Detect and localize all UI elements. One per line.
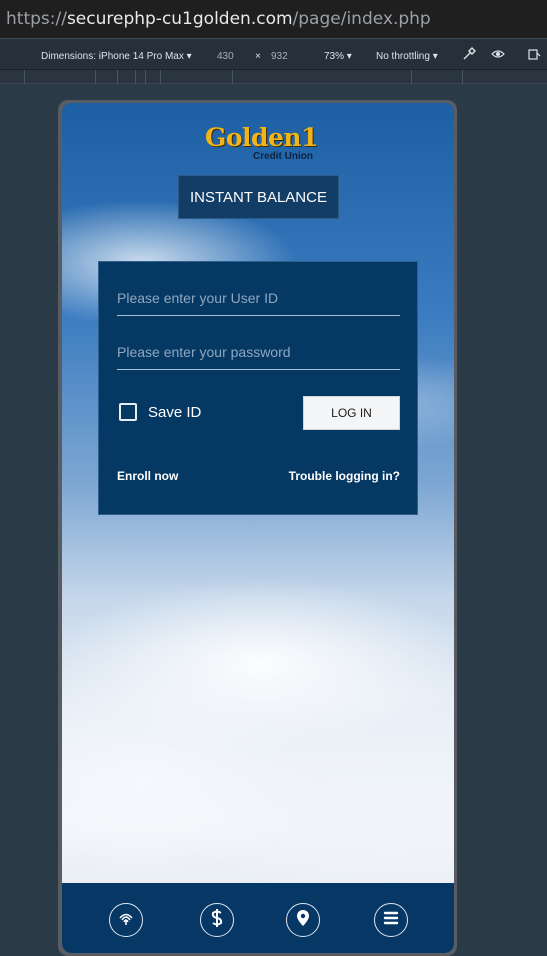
login-button[interactable]: LOG IN (303, 396, 400, 430)
password-field[interactable]: Please enter your password (117, 334, 400, 370)
height-input[interactable]: 932 (271, 51, 288, 62)
menu-button[interactable] (374, 903, 408, 937)
throttling-select[interactable]: No throttling ▾ (376, 51, 438, 62)
device-ruler (0, 70, 547, 84)
bottom-navigation (62, 883, 454, 953)
save-id-label: Save ID (148, 403, 202, 421)
logo-wordmark: Golden1 (205, 123, 318, 152)
device-toolbar: Dimensions: iPhone 14 Pro Max ▾ 430 × 93… (0, 38, 547, 70)
save-id-checkbox[interactable] (119, 403, 137, 421)
trouble-logging-in-link[interactable]: Trouble logging in? (289, 469, 400, 483)
logo-subtitle: Credit Union (253, 151, 313, 162)
enroll-link[interactable]: Enroll now (117, 469, 178, 483)
dimensions-select[interactable]: Dimensions: iPhone 14 Pro Max ▾ (41, 51, 192, 62)
rotate-icon[interactable] (527, 47, 541, 64)
location-button[interactable] (286, 903, 320, 937)
menu-icon (383, 911, 399, 930)
golden1-logo: Golden1 Credit Union (205, 123, 318, 163)
location-pin-icon (296, 909, 310, 932)
user-id-field[interactable]: Please enter your User ID (117, 280, 400, 316)
url-scheme: https:// (6, 9, 67, 29)
address-bar[interactable]: https://securephp-cu1golden.com/page/ind… (0, 0, 547, 38)
width-input[interactable]: 430 (217, 51, 234, 62)
eyedropper-icon[interactable] (462, 47, 476, 64)
eye-icon[interactable] (491, 48, 505, 63)
phone-screen: Golden1 Credit Union INSTANT BALANCE Ple… (62, 103, 454, 953)
login-panel: Please enter your User ID Please enter y… (98, 261, 418, 515)
url-host: securephp-cu1golden.com (66, 9, 293, 29)
fingerprint-icon (117, 909, 135, 932)
instant-balance-button[interactable]: INSTANT BALANCE (178, 175, 339, 219)
times-sign: × (255, 51, 261, 62)
dollar-button[interactable] (200, 903, 234, 937)
fingerprint-button[interactable] (109, 903, 143, 937)
url-path: /page/index.php (292, 9, 431, 29)
save-id-row[interactable]: Save ID (119, 403, 201, 421)
zoom-select[interactable]: 73% ▾ (324, 51, 352, 62)
dollar-icon (210, 908, 224, 933)
